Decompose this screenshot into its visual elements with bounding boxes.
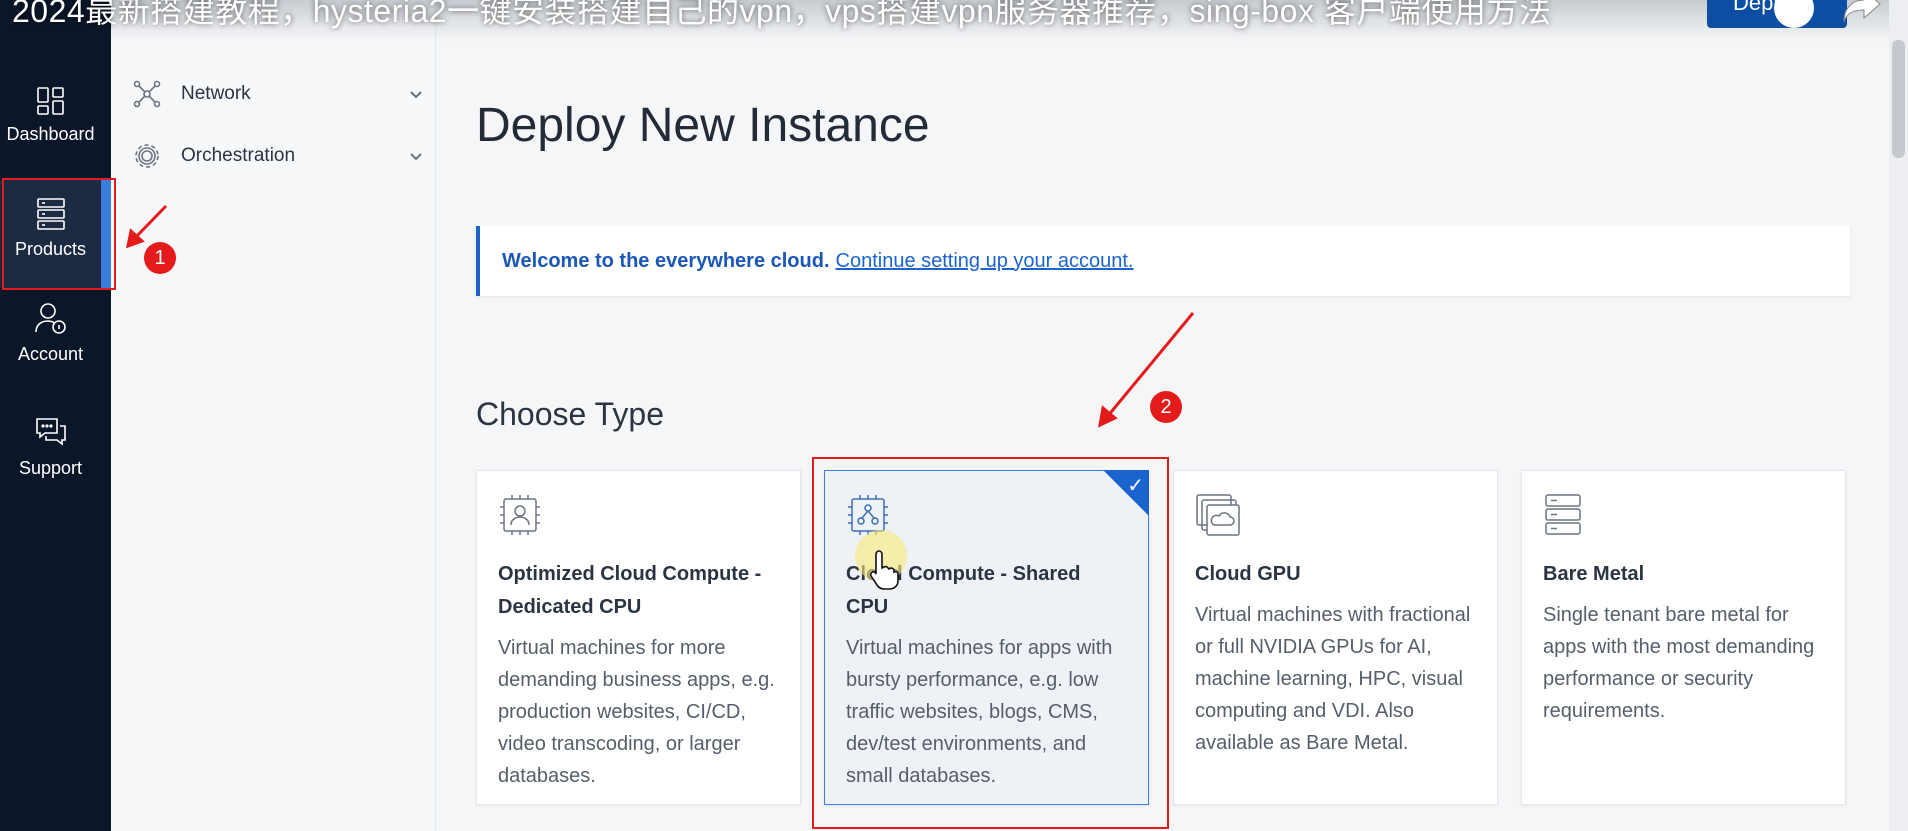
type-card-cloud-gpu[interactable]: Cloud GPU Virtual machines with fraction… — [1173, 470, 1498, 805]
network-nodes-icon — [133, 80, 161, 108]
checkmark-icon: ✓ — [1127, 475, 1144, 497]
page-title: Deploy New Instance — [476, 99, 930, 152]
card-title: Optimized Cloud Compute - Dedicated CPU — [498, 563, 762, 618]
annotation-badge-1: 1 — [144, 242, 176, 274]
card-description: Virtual machines for apps with bursty pe… — [846, 637, 1113, 787]
annotation-badge-2: 2 — [1150, 391, 1182, 423]
active-indicator — [101, 180, 111, 288]
user-lock-icon — [34, 303, 66, 334]
chat-bubbles-icon — [35, 418, 66, 446]
share-icon[interactable] — [1842, 0, 1882, 24]
type-card-bare-metal[interactable]: Bare Metal Single tenant bare metal for … — [1521, 470, 1846, 805]
card-description: Virtual machines for more demanding busi… — [498, 637, 775, 787]
rail-item-account[interactable]: Account — [0, 302, 101, 382]
subnav-item-label: Orchestration — [181, 145, 296, 166]
subnav-item-orchestration[interactable]: Orchestration — [133, 136, 423, 176]
dashboard-icon — [36, 87, 64, 115]
rail-item-products[interactable]: Products — [0, 180, 101, 288]
type-card-cloud-compute-shared[interactable]: ✓ Cloud Compute - Shared CPU Virtual mac… — [824, 470, 1149, 805]
card-description: Single tenant bare metal for apps with t… — [1543, 604, 1815, 722]
continue-setup-link[interactable]: Continue setting up your account. — [836, 250, 1134, 273]
type-card-optimized-cloud-compute[interactable]: Optimized Cloud Compute - Dedicated CPU … — [476, 470, 801, 805]
welcome-text: Welcome to the everywhere cloud. — [502, 249, 830, 272]
card-title: Bare Metal — [1543, 563, 1645, 585]
subnav-item-network[interactable]: Network — [133, 74, 423, 114]
chevron-down-icon[interactable] — [409, 87, 423, 101]
card-title: Cloud GPU — [1195, 563, 1301, 585]
gpu-cloud-icon — [1196, 494, 1240, 536]
hand-cursor-icon — [869, 550, 899, 590]
welcome-banner: Welcome to the everywhere cloud. Continu… — [476, 226, 1850, 296]
orchestration-gear-icon — [135, 144, 159, 168]
secondary-sidebar: Network Orchestration — [111, 0, 436, 831]
bare-metal-server-icon — [1545, 494, 1581, 535]
video-title: 2024最新搭建教程，hysteria2一键安装搭建自己的vpn，vps搭建vp… — [12, 0, 1552, 29]
primary-nav-rail: Dashboard Products Account Support — [0, 0, 111, 831]
rail-item-label: Account — [17, 344, 84, 364]
server-stack-icon — [36, 198, 65, 230]
section-title: Choose Type — [476, 396, 664, 432]
chevron-down-icon[interactable] — [409, 149, 423, 163]
rail-item-label: Support — [18, 458, 83, 478]
rail-item-label: Products — [14, 239, 87, 259]
card-description: Virtual machines with fractional or full… — [1195, 604, 1471, 754]
rail-item-support[interactable]: Support — [0, 416, 101, 496]
rail-item-dashboard[interactable]: Dashboard — [0, 86, 101, 176]
rail-item-label: Dashboard — [6, 124, 95, 144]
subnav-item-label: Network — [181, 83, 251, 104]
scrollbar-thumb[interactable] — [1892, 40, 1905, 158]
cpu-user-icon — [500, 495, 540, 535]
